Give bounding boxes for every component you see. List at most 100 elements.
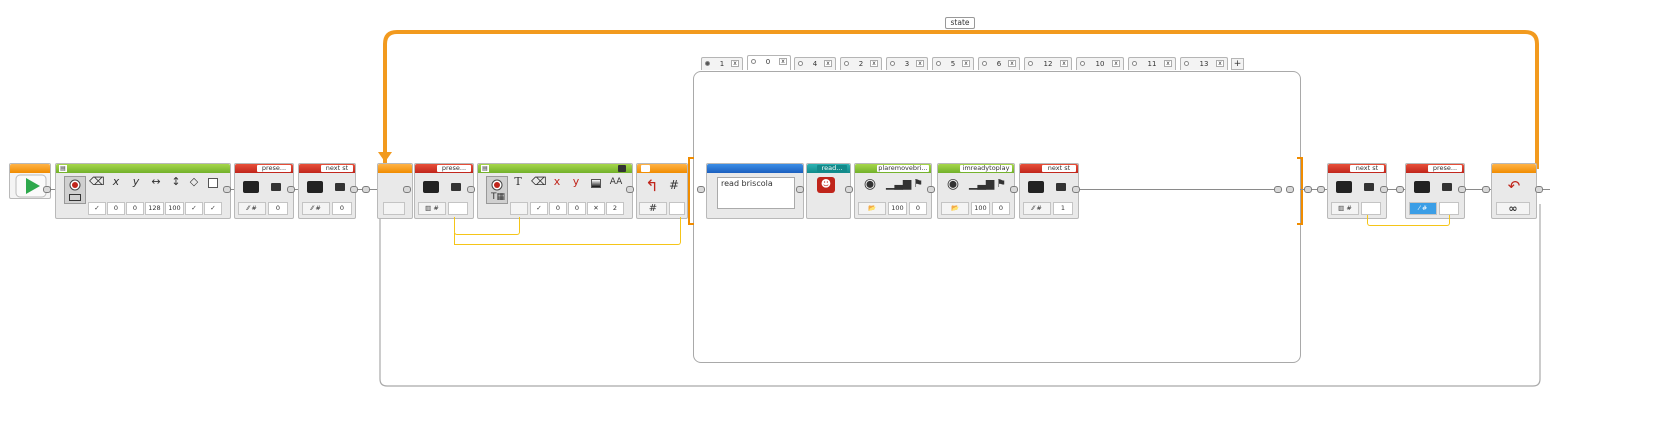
default-case-radio[interactable] bbox=[890, 61, 895, 66]
clear-screen-toggle[interactable]: ✓ bbox=[88, 202, 106, 215]
sequence-plug[interactable] bbox=[1317, 186, 1325, 193]
value-input[interactable]: 1 bbox=[1053, 202, 1073, 215]
switch-input[interactable] bbox=[669, 202, 685, 215]
width-input[interactable]: 128 bbox=[145, 202, 164, 215]
sequence-plug[interactable] bbox=[467, 186, 475, 193]
remove-case-button[interactable]: x bbox=[870, 60, 878, 67]
x-input[interactable]: 0 bbox=[107, 202, 125, 215]
default-case-radio[interactable] bbox=[844, 61, 849, 66]
remove-case-button[interactable]: x bbox=[1060, 60, 1068, 67]
sequence-plug[interactable] bbox=[697, 186, 705, 193]
mode-selector[interactable]: ▥ # bbox=[418, 202, 446, 215]
remove-case-button[interactable]: x bbox=[824, 60, 832, 67]
sound-mode-selector[interactable]: 📂 bbox=[941, 202, 969, 215]
variable-name[interactable]: next st bbox=[1350, 165, 1384, 172]
switch-block[interactable]: ↰ # # bbox=[636, 163, 688, 219]
sound-block[interactable]: plaremovebri... ◉ ▁▃▆ ⚑ 📂 100 0 bbox=[854, 163, 932, 219]
value-input[interactable] bbox=[1439, 202, 1459, 215]
sound-file-name[interactable]: plaremovebri... bbox=[877, 165, 929, 172]
variable-block[interactable]: prese... ⁄⁄ # 0 bbox=[234, 163, 294, 219]
play-icon[interactable] bbox=[15, 174, 47, 198]
sound-mode-selector[interactable]: 📂 bbox=[858, 202, 886, 215]
my-block-name[interactable]: read... bbox=[817, 165, 847, 172]
default-case-radio[interactable] bbox=[1028, 61, 1033, 66]
sequence-plug[interactable] bbox=[1482, 186, 1490, 193]
variable-name[interactable]: next st bbox=[1042, 165, 1076, 172]
loop-name-tab[interactable]: state bbox=[945, 17, 975, 29]
sequence-plug[interactable] bbox=[927, 186, 935, 193]
height-input[interactable]: 100 bbox=[165, 202, 184, 215]
value-input[interactable]: 0 bbox=[332, 202, 352, 215]
switch-tab[interactable]: 3x bbox=[886, 57, 928, 70]
display-mode-selector[interactable] bbox=[64, 176, 86, 204]
color-input[interactable]: ✕ bbox=[587, 202, 605, 215]
switch-tab[interactable]: 0x bbox=[747, 55, 791, 70]
value-input[interactable]: 0 bbox=[268, 202, 288, 215]
y-input[interactable]: 0 bbox=[568, 202, 586, 215]
sound-block[interactable]: imreadytoplay ◉ ▁▃▆ ⚑ 📂 100 0 bbox=[937, 163, 1015, 219]
loop-input[interactable] bbox=[383, 202, 405, 215]
display-mode-selector[interactable]: T▦ bbox=[486, 176, 508, 204]
default-case-radio[interactable] bbox=[1184, 61, 1189, 66]
variable-name[interactable]: prese... bbox=[1428, 165, 1462, 172]
switch-tab[interactable]: 2x bbox=[840, 57, 882, 70]
variable-block[interactable]: next st ⁄⁄ # 0 bbox=[298, 163, 356, 219]
sequence-plug[interactable] bbox=[1380, 186, 1388, 193]
switch-tab[interactable]: 5x bbox=[932, 57, 974, 70]
switch-tab[interactable]: 6x bbox=[978, 57, 1020, 70]
remove-case-button[interactable]: x bbox=[731, 60, 739, 67]
display-text-block[interactable]: ▤ T▦ T ⌫ x y AA ✓ 0 0 ✕ 2 bbox=[477, 163, 633, 219]
sequence-plug[interactable] bbox=[796, 186, 804, 193]
start-block[interactable] bbox=[9, 163, 51, 199]
add-case-button[interactable]: + bbox=[1231, 58, 1244, 70]
switch-mode-selector[interactable]: # bbox=[639, 202, 667, 215]
remove-case-button[interactable]: x bbox=[962, 60, 970, 67]
loop-mode-selector[interactable]: ∞ bbox=[1496, 202, 1530, 215]
sequence-plug[interactable] bbox=[1274, 186, 1282, 193]
switch-tab[interactable]: 11 x bbox=[1128, 57, 1176, 70]
sequence-plug[interactable] bbox=[403, 186, 411, 193]
sequence-plug[interactable] bbox=[1286, 186, 1294, 193]
comment-text[interactable]: read briscola bbox=[717, 177, 795, 209]
default-case-radio[interactable] bbox=[1080, 61, 1085, 66]
switch-tab[interactable]: 12 x bbox=[1024, 57, 1072, 70]
variable-block[interactable]: next st ▥ # bbox=[1327, 163, 1387, 219]
sequence-plug[interactable] bbox=[845, 186, 853, 193]
sequence-plug[interactable] bbox=[1396, 186, 1404, 193]
default-case-radio[interactable] bbox=[982, 61, 987, 66]
switch-tab[interactable]: 13 x bbox=[1180, 57, 1228, 70]
mode-selector[interactable]: ⁄⁄ # bbox=[238, 202, 266, 215]
text-input[interactable] bbox=[510, 202, 528, 215]
remove-case-button[interactable]: x bbox=[1216, 60, 1224, 67]
remove-case-button[interactable]: x bbox=[1008, 60, 1016, 67]
color-toggle[interactable]: ✓ bbox=[204, 202, 222, 215]
variable-name[interactable]: next st bbox=[321, 165, 353, 172]
sequence-plug[interactable] bbox=[1535, 186, 1543, 193]
mode-selector[interactable]: ▥ # bbox=[1331, 202, 1359, 215]
remove-case-button[interactable]: x bbox=[1112, 60, 1120, 67]
sequence-plug[interactable] bbox=[1010, 186, 1018, 193]
mode-selector[interactable]: ⁄⁄ # bbox=[1023, 202, 1051, 215]
sequence-plug[interactable] bbox=[350, 186, 358, 193]
switch-tab[interactable]: 4x bbox=[794, 57, 836, 70]
remove-case-button[interactable]: x bbox=[916, 60, 924, 67]
clear-screen-toggle[interactable]: ✓ bbox=[530, 202, 548, 215]
sequence-plug[interactable] bbox=[1458, 186, 1466, 193]
variable-block[interactable]: prese... ▥ # bbox=[414, 163, 474, 219]
sequence-plug[interactable] bbox=[626, 186, 634, 193]
default-case-radio[interactable] bbox=[751, 59, 756, 64]
sequence-plug[interactable] bbox=[223, 186, 231, 193]
mode-selector[interactable]: ⁄⁄ # bbox=[302, 202, 330, 215]
default-case-radio[interactable] bbox=[705, 61, 710, 66]
loop-end-block[interactable]: ↶ ∞ bbox=[1491, 163, 1537, 219]
sequence-plug[interactable] bbox=[43, 186, 51, 193]
default-case-radio[interactable] bbox=[936, 61, 941, 66]
x-input[interactable]: 0 bbox=[549, 202, 567, 215]
mode-selector[interactable]: ⁄ # bbox=[1409, 202, 1437, 215]
volume-input[interactable]: 100 bbox=[971, 202, 990, 215]
remove-case-button[interactable]: x bbox=[1164, 60, 1172, 67]
sequence-plug[interactable] bbox=[1072, 186, 1080, 193]
font-input[interactable]: 2 bbox=[606, 202, 624, 215]
sequence-plug[interactable] bbox=[1304, 186, 1312, 193]
variable-name[interactable]: prese... bbox=[437, 165, 471, 172]
